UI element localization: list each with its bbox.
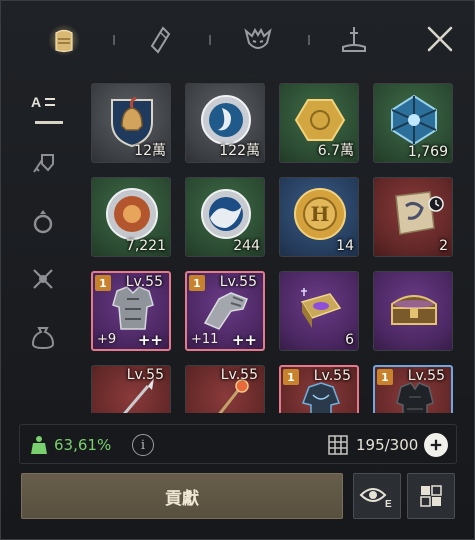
tab-separator [308,35,310,45]
item-slot[interactable]: H 14 [279,177,359,257]
layout-grid-icon [420,485,442,507]
item-quantity: 2 [439,238,448,254]
tab-separator [113,35,115,45]
sun-medallion-icon [106,188,158,240]
item-count-badge: 1 [95,275,111,291]
svg-text:E: E [385,499,392,510]
item-level: Lv.55 [126,367,164,383]
item-quantity: 1,769 [407,144,448,160]
item-level: Lv.55 [125,274,163,290]
item-slot[interactable]: 1 Lv.55 [373,365,453,413]
tab-crystal[interactable] [135,15,185,65]
item-enhance-level: +9 [97,332,117,347]
item-enhance-level: +11 [191,332,219,347]
item-slot[interactable]: 12萬 [91,83,171,163]
rail-sort[interactable]: A [21,83,65,127]
layout-toggle-button[interactable] [407,473,455,519]
contribute-button[interactable]: 貢獻 [21,473,343,519]
tab-altar[interactable] [329,15,379,65]
item-grid: 12萬 122萬 6.7萬 1,769 7,221 244 H 14 2 1 L… [91,83,461,413]
close-button[interactable] [418,17,462,61]
item-quantity: 14 [336,238,354,254]
item-slot[interactable]: Lv.55 [185,365,265,413]
item-slot[interactable]: 6 [279,271,359,351]
item-slot[interactable]: 2 [373,177,453,257]
crystal-icon [150,26,171,54]
rail-weapon-armor[interactable] [21,141,65,185]
h-gold-coin-icon: H [294,188,346,240]
expand-slots-button[interactable] [424,433,448,457]
slot-count: 195/300 [356,436,419,454]
item-slot[interactable]: 7,221 [91,177,171,257]
tab-backpack[interactable] [39,15,89,65]
plus-icon [430,439,442,451]
view-toggle-button[interactable]: E [353,473,401,519]
item-slot[interactable]: 1 Lv.55 [279,365,359,413]
ring-icon [33,210,53,234]
tools-icon [33,269,53,289]
rail-accessory[interactable] [21,199,65,243]
inventory-status-bar: 63,61% i 195/300 [19,424,457,464]
category-rail: A [15,83,73,383]
item-upgrade-marks: ++ [231,331,257,349]
item-slot[interactable]: 1 Lv.55 +11 ++ [185,271,265,351]
item-slot[interactable]: Lv.55 [91,365,171,413]
item-slot[interactable]: 1 Lv.55 +9 ++ [91,271,171,351]
scroll-clock-icon [395,191,444,235]
rail-bag[interactable] [21,315,65,359]
item-upgrade-marks: ++ [137,331,163,349]
item-count-badge: 1 [377,369,393,385]
rail-tools[interactable] [21,257,65,301]
item-slot[interactable]: 244 [185,177,265,257]
item-slot[interactable]: 6.7萬 [279,83,359,163]
purple-tome-icon [300,288,342,328]
item-level: Lv.55 [407,368,445,384]
item-slot[interactable]: 1,769 [373,83,453,163]
item-quantity: 122萬 [219,143,260,159]
item-quantity: 12萬 [134,143,166,159]
item-quantity: 6.7萬 [317,143,354,159]
item-level: Lv.55 [313,368,351,384]
treasure-chest-icon [391,295,437,325]
top-tab-bar [1,1,475,79]
rail-active-indicator [35,121,63,124]
demon-mask-icon [244,27,272,49]
item-quantity: 6 [345,332,354,348]
svg-text:A: A [31,94,41,110]
item-level: Lv.55 [219,274,257,290]
weight-percentage: 63,61% [54,436,112,454]
inventory-grid-icon [328,435,348,455]
tab-demon[interactable] [233,15,283,65]
sort-icon: A [31,94,55,110]
inventory-panel: A 12萬 122萬 6.7萬 1,769 7,221 244 H 14 2 1… [0,0,475,540]
weapon-armor-icon [33,154,54,173]
close-icon [427,26,453,52]
wave-coin-icon [201,189,251,239]
eye-e-icon: E [359,488,392,510]
crystal-cage-icon [391,94,437,146]
item-level: Lv.55 [220,367,258,383]
item-count-badge: 1 [189,275,205,291]
info-icon[interactable]: i [132,434,154,456]
bag-icon [31,327,55,350]
backpack-icon [48,24,80,56]
svg-text:H: H [311,202,330,226]
weight-icon [31,436,47,454]
tab-separator [209,35,211,45]
item-slot[interactable] [373,271,453,351]
item-count-badge: 1 [283,369,299,385]
item-quantity: 7,221 [125,238,166,254]
item-quantity: 244 [233,238,260,254]
sword-altar-icon [342,27,366,52]
item-slot[interactable]: 122萬 [185,83,265,163]
